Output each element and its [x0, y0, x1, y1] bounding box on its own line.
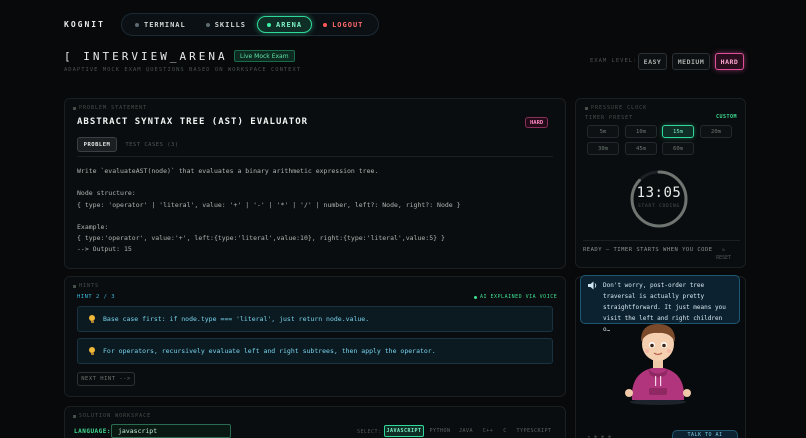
tab-divider — [77, 156, 553, 157]
workspace-section-label-text: SOLUTION WORKSPACE — [79, 413, 152, 419]
nav-arena-label: ARENA — [276, 20, 303, 29]
timer-status: READY — TIMER STARTS WHEN YOU CODE — [583, 247, 713, 253]
mic-status: ◂ ▪ ▪ ▪ — [587, 434, 612, 438]
select-label: SELECT: — [357, 429, 382, 435]
ai-voice-indicator: AI EXPLAINED VIA VOICE — [474, 294, 557, 300]
problem-line: Node structure: — [77, 189, 136, 197]
preset-30m[interactable]: 30m — [587, 142, 619, 155]
hints-section-label: HINTS — [73, 283, 99, 289]
difficulty-badge: HARD — [525, 117, 549, 128]
lang-option-python[interactable]: PYTHON — [427, 425, 453, 437]
problem-line: { type:'operator', value:'+', left:{type… — [77, 234, 445, 242]
app-logo[interactable]: KOGNIT — [64, 20, 105, 29]
tab-problem[interactable]: PROBLEM — [77, 137, 117, 152]
lang-option-cpp[interactable]: C++ — [480, 425, 496, 437]
hint-card: For operators, recursively evaluate left… — [77, 338, 553, 364]
lightbulb-icon — [89, 315, 95, 323]
hint-card: Base case first: if node.type === 'liter… — [77, 306, 553, 332]
nav-logout-label: LOGOUT — [332, 20, 364, 29]
nav-terminal-label: TERMINAL — [144, 20, 186, 29]
nav-skills-label: SKILLS — [214, 20, 247, 29]
hint-counter: HINT 2 / 3 — [77, 294, 116, 300]
clock-section-label-text: PRESSURE CLOCK — [591, 105, 648, 111]
clock-subtitle: START CODING — [637, 204, 681, 209]
nav-logout[interactable]: LOGOUT — [314, 16, 372, 33]
page-title: [ INTERVIEW_ARENA ] — [64, 50, 247, 63]
hints-section-label-text: HINTS — [79, 283, 100, 289]
workspace-section-label: SOLUTION WORKSPACE — [73, 413, 151, 419]
hint-text: Base case first: if node.type === 'liter… — [103, 315, 370, 323]
lang-option-javascript[interactable]: JAVASCRIPT — [384, 425, 424, 437]
level-hard-button[interactable]: HARD — [715, 53, 744, 70]
assistant-speech-bubble: Don't worry, post-order tree traversal i… — [580, 275, 740, 333]
timer-preset-label: TIMER PRESET — [585, 115, 634, 121]
nav-arena[interactable]: ARENA — [257, 16, 313, 33]
language-label: LANGUAGE: — [74, 428, 112, 435]
preset-60m[interactable]: 60m — [662, 142, 694, 155]
lang-option-c[interactable]: C — [500, 425, 510, 437]
problem-line: --> Output: 15 — [77, 245, 132, 253]
main-nav: TERMINAL SKILLS ARENA LOGOUT — [121, 13, 379, 36]
speaker-icon[interactable] — [588, 281, 598, 290]
talk-to-ai-button[interactable]: TALK TO AI — [672, 430, 738, 438]
clock-divider — [583, 240, 740, 241]
custom-timer-button[interactable]: CUSTOM — [716, 114, 737, 120]
live-dot-icon — [474, 295, 477, 299]
preset-10m[interactable]: 10m — [625, 125, 657, 138]
level-medium-button[interactable]: MEDIUM — [672, 53, 710, 70]
ai-voice-label: AI EXPLAINED VIA VOICE — [480, 294, 558, 300]
nav-dot-icon — [135, 22, 139, 27]
hint-text: For operators, recursively evaluate left… — [103, 347, 436, 355]
problem-title: ABSTRACT SYNTAX TREE (AST) EVALUATOR — [77, 117, 309, 127]
lang-option-java[interactable]: JAVA — [457, 425, 475, 437]
preset-45m[interactable]: 45m — [625, 142, 657, 155]
nav-terminal[interactable]: TERMINAL — [126, 16, 195, 33]
nav-skills[interactable]: SKILLS — [197, 16, 255, 33]
problem-section-label-text: PROBLEM STATEMENT — [79, 105, 148, 111]
clock-time: 13:05 — [636, 185, 682, 201]
problem-section-label: PROBLEM STATEMENT — [73, 105, 147, 111]
clock-section-label: PRESSURE CLOCK — [585, 105, 647, 111]
lightbulb-icon — [89, 347, 95, 355]
ai-avatar — [625, 324, 691, 405]
problem-line: Example: — [77, 223, 109, 231]
reset-label: RESET — [716, 255, 732, 261]
preset-20m[interactable]: 20m — [700, 125, 732, 138]
preset-15m[interactable]: 15m — [662, 125, 694, 138]
live-badge: Live Mock Exam — [234, 50, 295, 62]
language-input[interactable]: javascript — [111, 424, 231, 438]
next-hint-button[interactable]: NEXT HINT --> — [77, 372, 135, 386]
level-easy-button[interactable]: EASY — [638, 53, 667, 70]
exam-level-label: EXAM LEVEL: — [590, 58, 638, 64]
preset-5m[interactable]: 5m — [587, 125, 619, 138]
nav-dot-icon — [267, 22, 272, 27]
reset-button[interactable]: ↻ RESET — [716, 246, 731, 262]
nav-dot-icon — [323, 22, 328, 27]
tab-test-cases[interactable]: TEST CASES (3) — [124, 137, 180, 152]
nav-dot-icon — [205, 22, 210, 27]
problem-line: { type: 'operator' | 'literal', value: '… — [77, 201, 461, 209]
page-subtitle: ADAPTIVE MOCK EXAM QUESTIONS BASED ON WO… — [64, 67, 302, 73]
lang-option-typescript[interactable]: TYPESCRIPT — [516, 425, 552, 437]
problem-line: Write `evaluateAST(node)` that evaluates… — [77, 167, 379, 175]
